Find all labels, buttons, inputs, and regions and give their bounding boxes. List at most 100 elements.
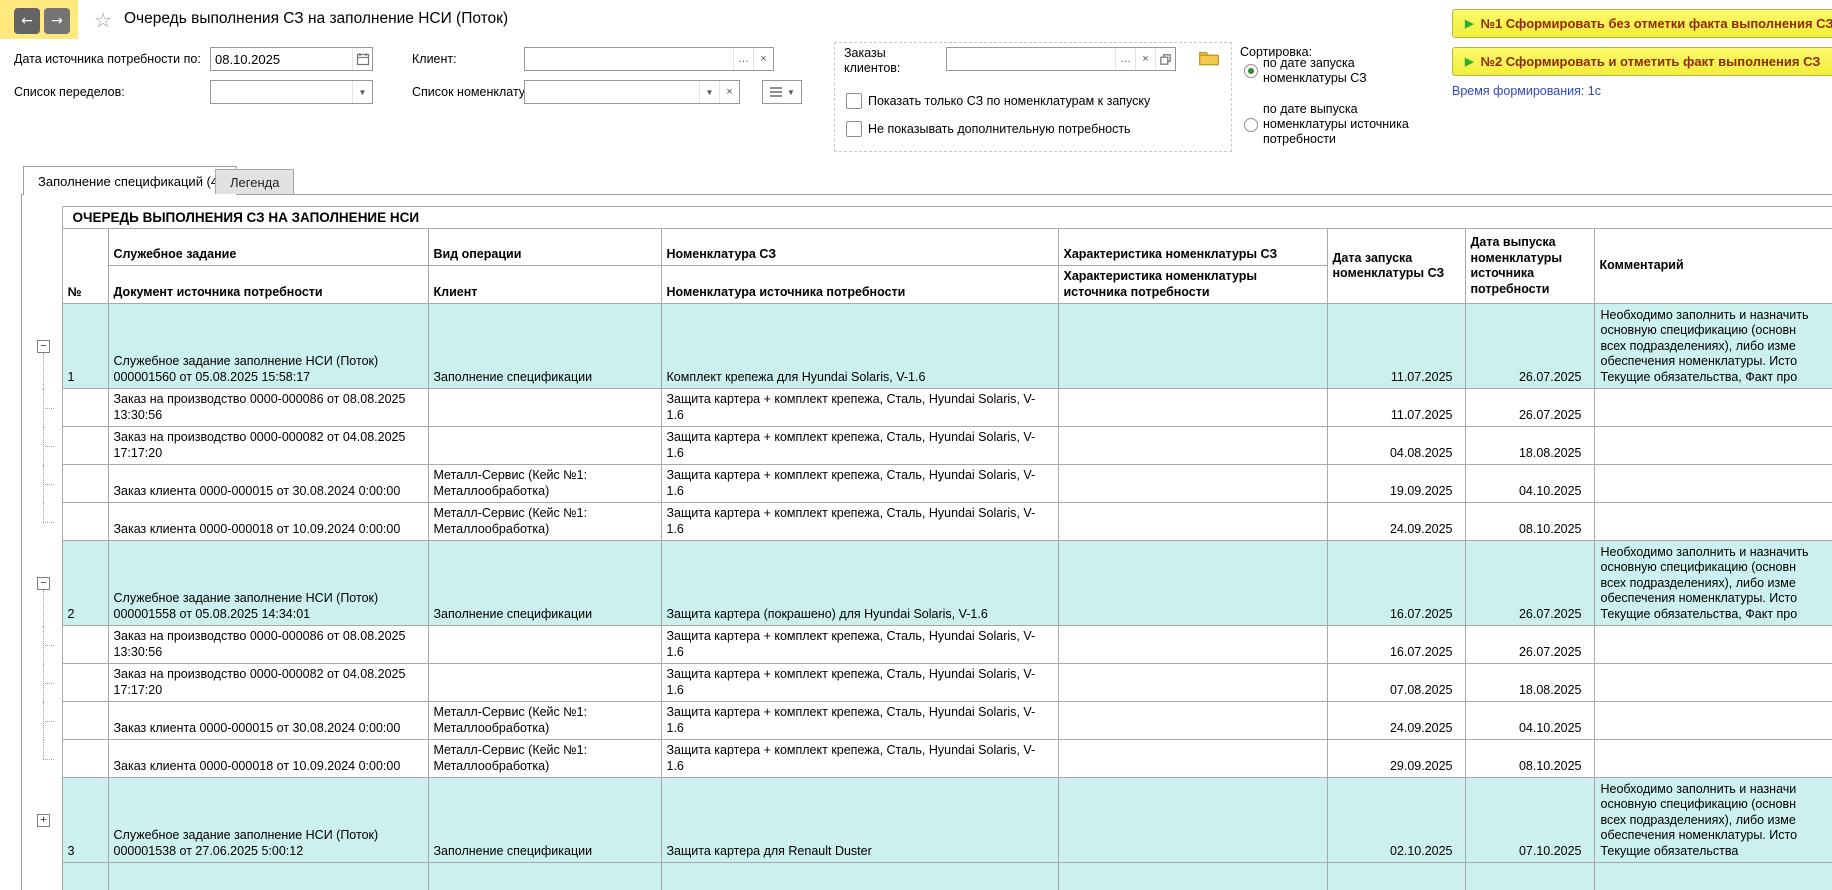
cell-start-date[interactable]: 29.09.2025: [1326, 739, 1466, 778]
tab-specifications[interactable]: Заполнение спецификаций (4): [23, 166, 238, 195]
peredel-dropdown-button[interactable]: ▼: [352, 81, 372, 103]
col-header-number[interactable]: №: [61, 228, 109, 304]
cell-nomenclature[interactable]: Защита картера + комплект крепежа, Сталь…: [660, 388, 1059, 427]
cell-characteristic[interactable]: [1057, 388, 1328, 427]
cell-document[interactable]: Заказ клиента 0000-000015 от 30.08.2024 …: [107, 464, 429, 503]
orders-clear-button[interactable]: ×: [1135, 48, 1155, 70]
cell-comment[interactable]: Необходимо заполнить и назначи основную …: [1593, 777, 1832, 863]
radio-checked-icon[interactable]: [1244, 64, 1258, 78]
cell-release-date[interactable]: 26.07.2025: [1464, 388, 1595, 427]
cell-start-date[interactable]: [1326, 862, 1466, 890]
cell-comment[interactable]: Необходимо заполнить и назначи основную …: [1593, 862, 1832, 890]
cell-document[interactable]: Заказ клиента 0000-000015 от 30.08.2024 …: [107, 701, 429, 740]
cell-number[interactable]: [61, 701, 109, 740]
cell-nomenclature[interactable]: Защита картера + комплект крепежа, Сталь…: [660, 701, 1059, 740]
cell-number[interactable]: 2: [61, 540, 109, 626]
client-input[interactable]: [525, 48, 733, 70]
col-header-client[interactable]: Клиент: [427, 265, 662, 304]
cell-task[interactable]: Служебное задание заполнение НСИ (Поток)…: [107, 777, 429, 863]
cell-release-date[interactable]: [1464, 862, 1595, 890]
detail-row[interactable]: Заказ на производство 0000-000082 от 04.…: [27, 663, 1832, 702]
generate-without-mark-button[interactable]: ▶ №1 Сформировать без отметки факта выпо…: [1452, 9, 1832, 38]
cell-client[interactable]: Металл-Сервис (Кейс №1: Металлообработка…: [427, 739, 662, 778]
cell-characteristic[interactable]: [1057, 625, 1328, 664]
cell-release-date[interactable]: 18.08.2025: [1464, 426, 1595, 465]
cell-comment[interactable]: [1593, 464, 1832, 503]
folder-button[interactable]: [1196, 46, 1222, 72]
cell-nomenclature[interactable]: Защита картера + комплект крепежа, Сталь…: [660, 464, 1059, 503]
cell-client[interactable]: Металл-Сервис (Кейс №1: Металлообработка…: [427, 701, 662, 740]
col-header-start-date[interactable]: Дата запуска номенклатуры СЗ: [1326, 228, 1466, 304]
checkbox-no-extra[interactable]: [846, 121, 862, 137]
cell-nomenclature[interactable]: Защита картера (покрашено) для Hyundai S…: [660, 540, 1059, 626]
cell-start-date[interactable]: 16.07.2025: [1326, 625, 1466, 664]
cell-client[interactable]: Металл-Сервис (Кейс №1: Металлообработка…: [427, 502, 662, 541]
cell-number[interactable]: [61, 426, 109, 465]
cell-comment[interactable]: [1593, 739, 1832, 778]
cell-operation[interactable]: Заполнение спецификации: [427, 540, 662, 626]
cell-start-date[interactable]: 24.09.2025: [1326, 502, 1466, 541]
cell-operation[interactable]: Заполнение спецификации: [427, 777, 662, 863]
checkbox-sz-to-launch[interactable]: [846, 93, 862, 109]
collapse-icon[interactable]: −: [37, 576, 50, 590]
detail-row[interactable]: Заказ на производство 0000-000086 от 08.…: [27, 625, 1832, 664]
cell-number[interactable]: [61, 502, 109, 541]
tab-legend[interactable]: Легенда: [215, 169, 295, 194]
cell-characteristic[interactable]: [1057, 739, 1328, 778]
forward-button[interactable]: →: [44, 8, 70, 34]
cell-start-date[interactable]: 11.07.2025: [1326, 303, 1466, 389]
nomen-list-clear-button[interactable]: ×: [719, 81, 739, 103]
cell-start-date[interactable]: 24.09.2025: [1326, 701, 1466, 740]
group-row[interactable]: −2 Служебное задание заполнение НСИ (Пото…: [27, 540, 1832, 626]
cell-start-date[interactable]: 02.10.2025: [1326, 777, 1466, 863]
cell-characteristic[interactable]: [1057, 464, 1328, 503]
cell-client[interactable]: Металл-Сервис (Кейс №1: Металлообработка…: [427, 464, 662, 503]
cell-document[interactable]: Заказ на производство 0000-000082 от 04.…: [107, 663, 429, 702]
cell-comment[interactable]: [1593, 663, 1832, 702]
cell-comment[interactable]: Необходимо заполнить и назначить основну…: [1593, 303, 1832, 389]
cell-nomenclature[interactable]: Защита картера + комплект крепежа, Сталь…: [660, 426, 1059, 465]
sort-option-by-release-date[interactable]: по дате выпуска номенклатуры источника п…: [1244, 102, 1438, 147]
cell-number[interactable]: [61, 739, 109, 778]
cell-release-date[interactable]: 04.10.2025: [1464, 464, 1595, 503]
cell-task[interactable]: [107, 862, 429, 890]
cell-characteristic[interactable]: [1057, 777, 1328, 863]
cell-client[interactable]: [427, 426, 662, 465]
peredel-input[interactable]: [211, 81, 352, 103]
cell-comment[interactable]: [1593, 388, 1832, 427]
cell-start-date[interactable]: 16.07.2025: [1326, 540, 1466, 626]
cell-nomenclature[interactable]: Защита картера + комплект крепежа, Сталь…: [660, 739, 1059, 778]
orders-input[interactable]: [947, 48, 1115, 70]
group-row[interactable]: −4 Необходимо заполнить и назначи основну…: [27, 862, 1832, 890]
collapse-icon[interactable]: −: [37, 339, 50, 353]
expand-icon[interactable]: +: [37, 813, 50, 827]
cell-release-date[interactable]: 04.10.2025: [1464, 701, 1595, 740]
cell-client[interactable]: [427, 625, 662, 664]
calendar-button[interactable]: [352, 48, 372, 70]
col-header-characteristic-src[interactable]: Характеристика номенклатуры источника по…: [1057, 265, 1328, 304]
cell-number[interactable]: 3: [61, 777, 109, 863]
cell-characteristic[interactable]: [1057, 701, 1328, 740]
cell-release-date[interactable]: 26.07.2025: [1464, 540, 1595, 626]
radio-unchecked-icon[interactable]: [1244, 117, 1258, 132]
nomen-list-combo-button[interactable]: ▼: [762, 80, 802, 104]
back-button[interactable]: ←: [14, 8, 40, 34]
orders-open-button[interactable]: [1155, 48, 1175, 70]
cell-characteristic[interactable]: [1057, 663, 1328, 702]
cell-comment[interactable]: [1593, 625, 1832, 664]
cell-nomenclature[interactable]: Комплект крепежа для Hyundai Solaris, V-…: [660, 303, 1059, 389]
cell-nomenclature[interactable]: Защита картера + комплект крепежа, Сталь…: [660, 502, 1059, 541]
cell-nomenclature[interactable]: Защита картера для Renault Duster: [660, 777, 1059, 863]
cell-release-date[interactable]: 08.10.2025: [1464, 739, 1595, 778]
cell-characteristic[interactable]: [1057, 426, 1328, 465]
cell-start-date[interactable]: 11.07.2025: [1326, 388, 1466, 427]
cell-document[interactable]: Заказ клиента 0000-000018 от 10.09.2024 …: [107, 739, 429, 778]
cell-release-date[interactable]: 26.07.2025: [1464, 303, 1595, 389]
col-header-comment[interactable]: Комментарий: [1593, 228, 1832, 304]
cell-document[interactable]: Заказ на производство 0000-000086 от 08.…: [107, 388, 429, 427]
cell-task[interactable]: Служебное задание заполнение НСИ (Поток)…: [107, 540, 429, 626]
cell-start-date[interactable]: 04.08.2025: [1326, 426, 1466, 465]
client-choose-button[interactable]: …: [733, 48, 753, 70]
date-input[interactable]: [211, 48, 352, 70]
cell-nomenclature[interactable]: Защита картера + комплект крепежа, Сталь…: [660, 663, 1059, 702]
